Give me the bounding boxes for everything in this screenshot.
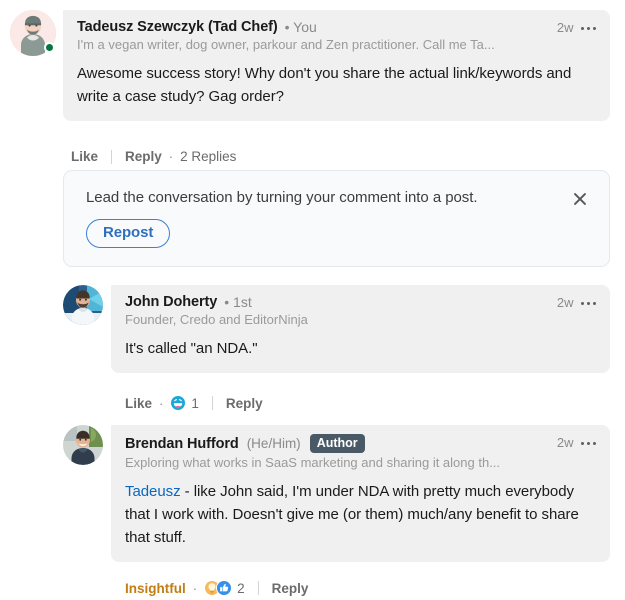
avatar-wrap-john-doherty[interactable]	[63, 285, 103, 325]
action-separator-dot: ·	[159, 395, 164, 411]
action-divider	[257, 581, 259, 595]
action-divider	[211, 396, 213, 410]
commenter-name-row: Tadeusz Szewczyk (Tad Chef) • You	[77, 19, 495, 35]
avatar-brendan-hufford-photo	[63, 425, 103, 465]
connection-degree: • 1st	[224, 294, 252, 310]
comment-meta: 2w	[547, 294, 596, 310]
commenter-identity[interactable]: John Doherty • 1st Founder, Credo and Ed…	[125, 294, 308, 327]
comment-body: Awesome success story! Why don't you sha…	[77, 65, 572, 105]
comment-body-text: - like John said, I'm under NDA with pre…	[125, 483, 579, 546]
avatar-john-doherty[interactable]	[63, 285, 103, 325]
avatar-wrap-tadeusz[interactable]	[10, 10, 56, 56]
reply-button[interactable]: Reply	[226, 396, 263, 411]
avatar-wrap-brendan-hufford[interactable]	[63, 425, 103, 465]
comment-header: Brendan Hufford (He/Him) Author Explorin…	[125, 434, 596, 470]
commenter-headline: Exploring what works in SaaS marketing a…	[125, 455, 501, 471]
like-button[interactable]: Like	[125, 396, 152, 411]
repost-button[interactable]: Repost	[86, 219, 171, 248]
comment-meta: 2w	[547, 434, 596, 450]
funny-reaction-icon	[170, 395, 187, 411]
reaction-count: 1	[191, 395, 199, 411]
comment-actions-john-doherty: Like · 1 Reply	[125, 395, 263, 411]
more-options-icon[interactable]	[580, 25, 596, 31]
action-separator-dot: ·	[168, 149, 174, 164]
repost-card-content: Lead the conversation by turning your co…	[86, 189, 478, 248]
more-options-icon[interactable]	[580, 440, 596, 446]
commenter-name[interactable]: Tadeusz Szewczyk (Tad Chef)	[77, 19, 278, 35]
commenter-pronouns: (He/Him)	[246, 436, 301, 452]
comment-meta: 2w	[547, 19, 596, 35]
commenter-identity[interactable]: Brendan Hufford (He/Him) Author Explorin…	[125, 434, 500, 470]
connection-degree: • You	[284, 19, 317, 35]
like-button[interactable]: Like	[71, 149, 98, 164]
comment-header: Tadeusz Szewczyk (Tad Chef) • You I'm a …	[77, 19, 596, 52]
replies-count-button[interactable]: 2 Replies	[180, 149, 236, 164]
like-reaction-icon	[216, 580, 233, 596]
avatar-brendan-hufford[interactable]	[63, 425, 103, 465]
action-divider	[111, 149, 113, 164]
comment-thread: Tadeusz Szewczyk (Tad Chef) • You I'm a …	[0, 0, 625, 600]
comment-tadeusz: Tadeusz Szewczyk (Tad Chef) • You I'm a …	[10, 10, 610, 121]
reactions-group[interactable]: 1	[170, 395, 199, 411]
insightful-button[interactable]: Insightful	[125, 581, 186, 596]
reply-button[interactable]: Reply	[272, 581, 309, 596]
comment-body: Tadeusz - like John said, I'm under NDA …	[125, 481, 596, 549]
presence-online-icon	[44, 42, 55, 53]
commenter-identity[interactable]: Tadeusz Szewczyk (Tad Chef) • You I'm a …	[77, 19, 495, 52]
repost-prompt-card: Lead the conversation by turning your co…	[63, 170, 610, 267]
more-options-icon[interactable]	[580, 300, 596, 306]
reply-button[interactable]: Reply	[125, 149, 162, 164]
mention-link-tadeusz[interactable]: Tadeusz	[125, 483, 181, 500]
comment-timestamp: 2w	[556, 295, 574, 310]
commenter-name-row: John Doherty • 1st	[125, 294, 308, 310]
commenter-name-row: Brendan Hufford (He/Him) Author	[125, 434, 500, 454]
comment-bubble-brendan-hufford: Brendan Hufford (He/Him) Author Explorin…	[111, 425, 610, 562]
action-separator-dot: ·	[192, 580, 198, 596]
comment-timestamp: 2w	[556, 20, 574, 35]
commenter-headline: Founder, Credo and EditorNinja	[125, 312, 308, 327]
commenter-headline: I'm a vegan writer, dog owner, parkour a…	[77, 37, 495, 52]
comment-brendan-hufford: Brendan Hufford (He/Him) Author Explorin…	[63, 425, 610, 562]
author-badge: Author	[309, 434, 365, 454]
avatar-john-doherty-photo	[63, 285, 103, 325]
comment-body: It's called "an NDA."	[125, 340, 258, 357]
commenter-name[interactable]: John Doherty	[125, 294, 217, 310]
comment-bubble-john-doherty: John Doherty • 1st Founder, Credo and Ed…	[111, 285, 610, 373]
comment-timestamp: 2w	[556, 435, 574, 450]
close-icon[interactable]	[571, 190, 589, 208]
comment-actions-brendan-hufford: Insightful · 2 Reply	[125, 580, 308, 596]
commenter-name[interactable]: Brendan Hufford	[125, 436, 239, 452]
comment-bubble-tadeusz: Tadeusz Szewczyk (Tad Chef) • You I'm a …	[63, 10, 610, 121]
comment-actions-tadeusz: Like Reply · 2 Replies	[71, 149, 236, 164]
reactions-group[interactable]: 2	[204, 580, 245, 596]
comment-header: John Doherty • 1st Founder, Credo and Ed…	[125, 294, 596, 327]
comment-john-doherty: John Doherty • 1st Founder, Credo and Ed…	[63, 285, 610, 373]
repost-prompt-text: Lead the conversation by turning your co…	[86, 189, 478, 206]
reaction-count: 2	[237, 580, 245, 596]
